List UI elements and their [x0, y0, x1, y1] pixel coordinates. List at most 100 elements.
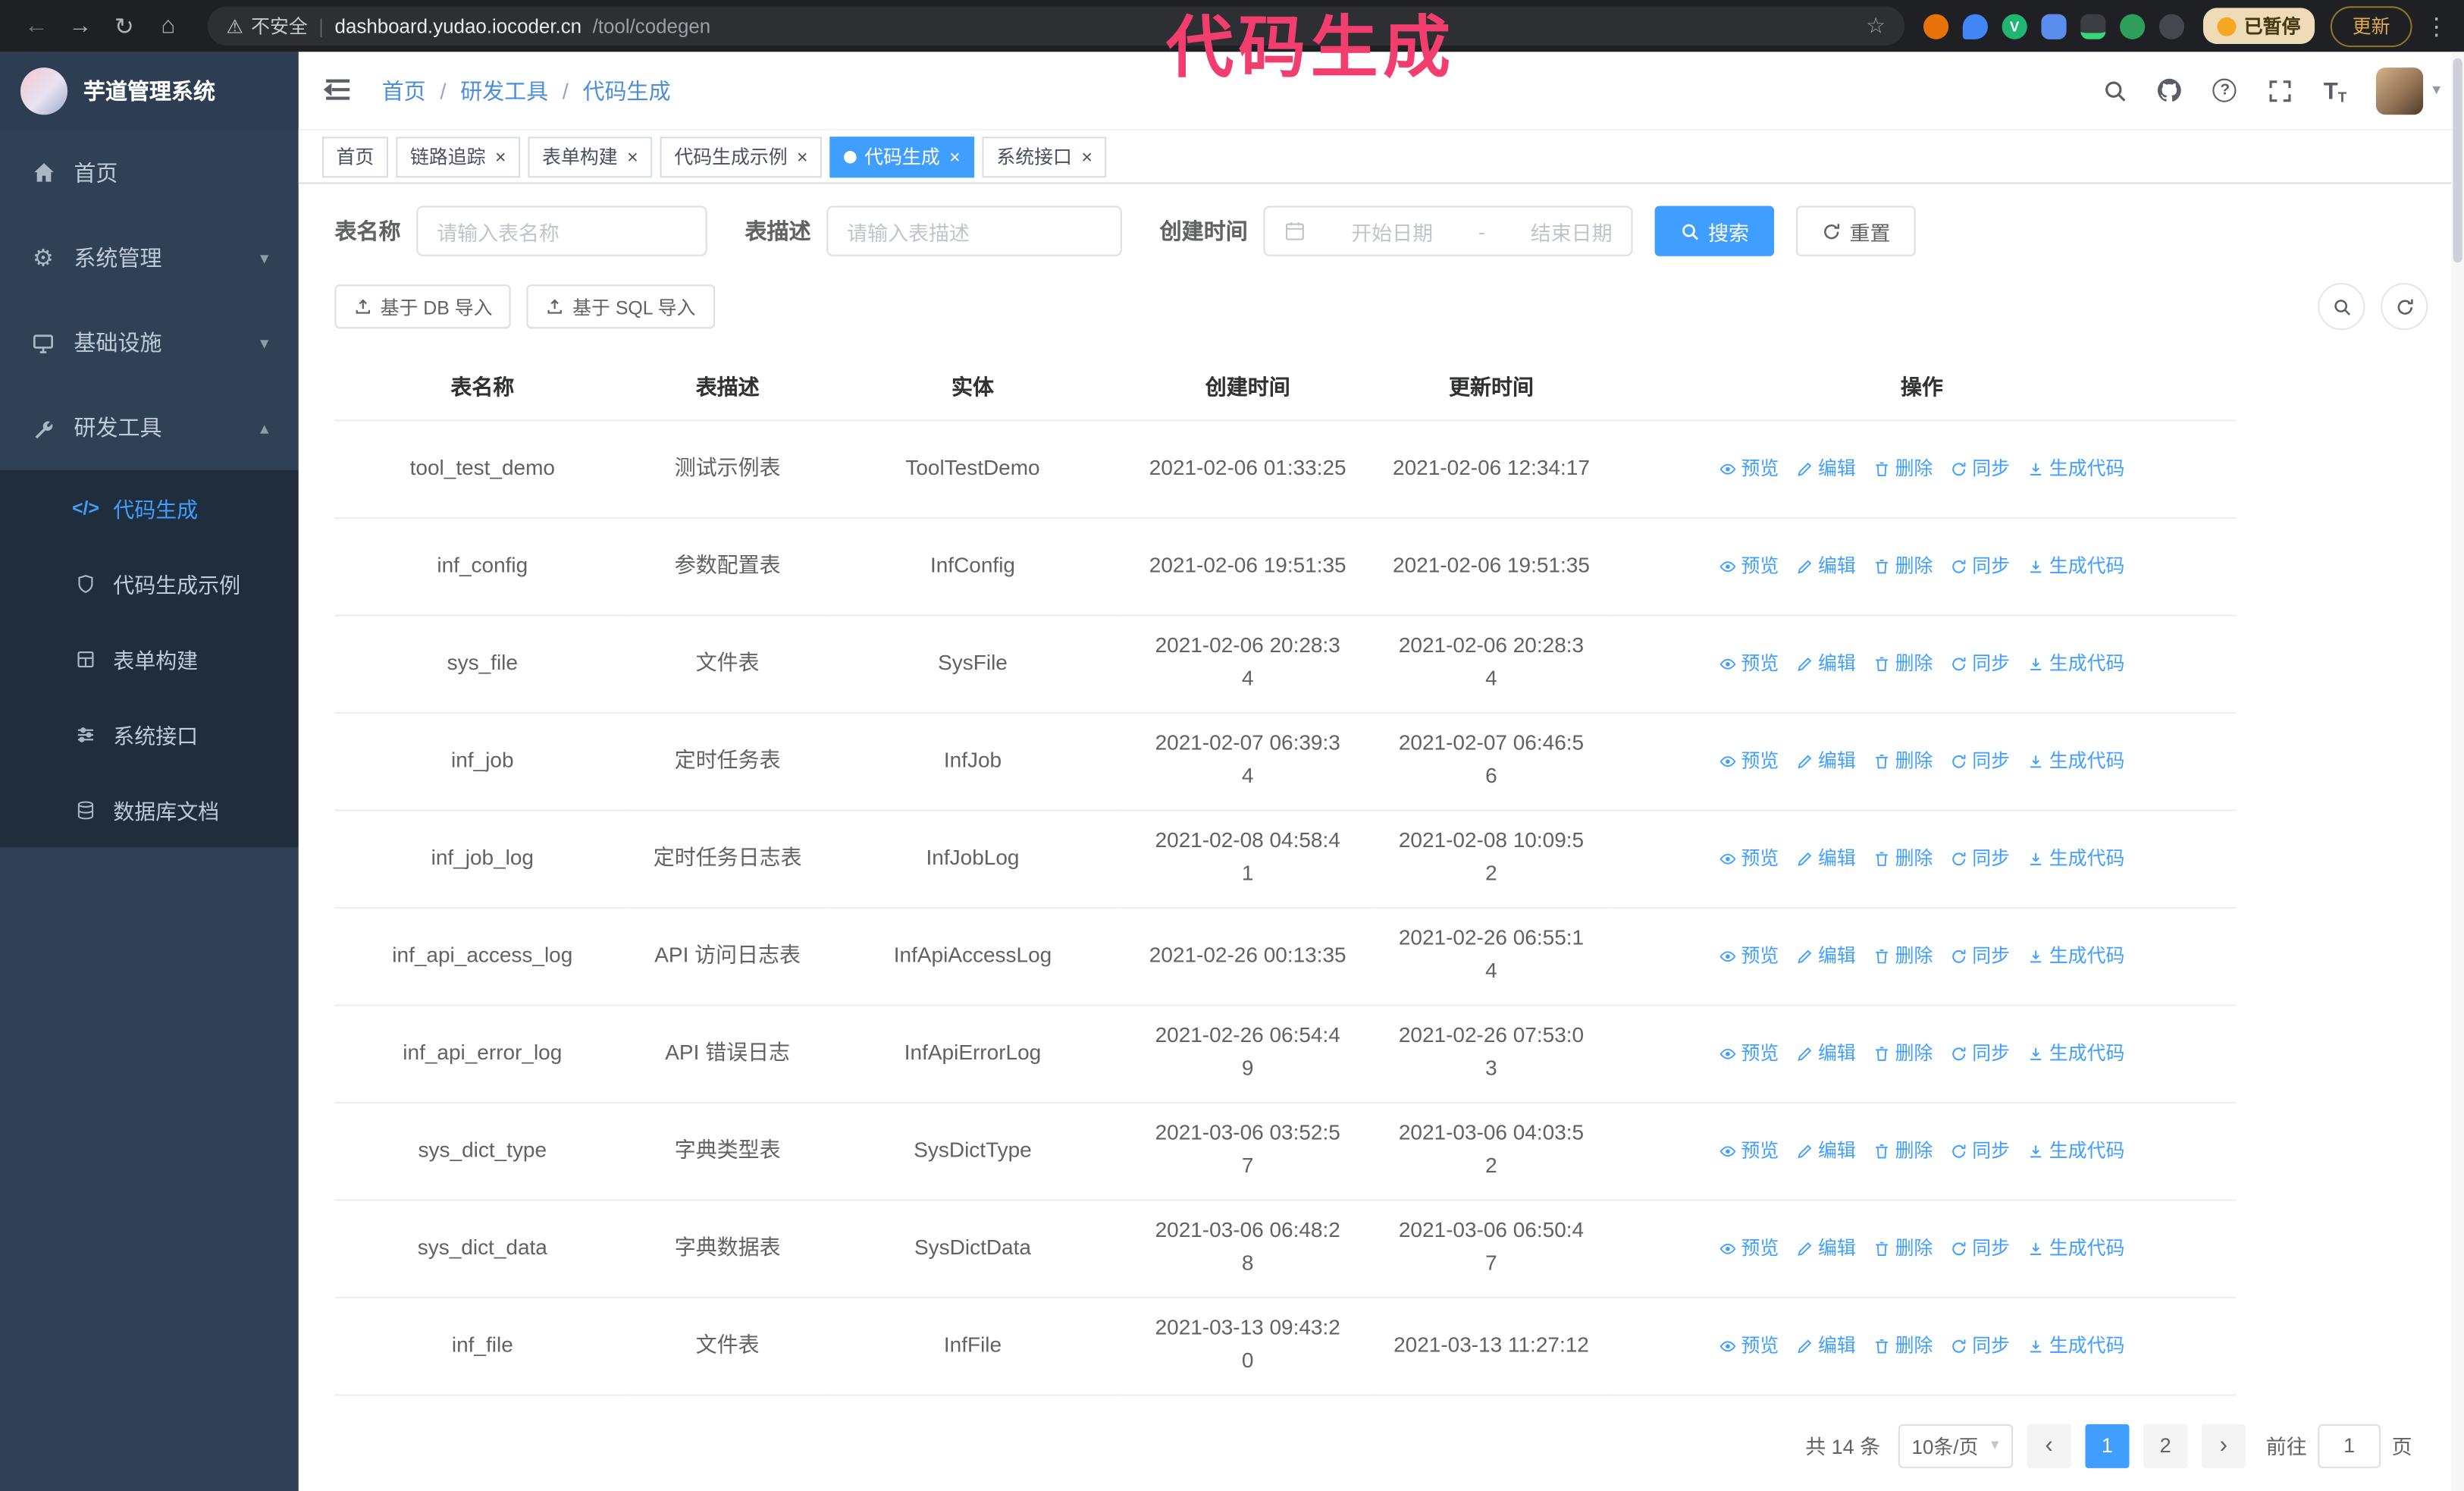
action-eye[interactable]: 预览	[1719, 941, 1779, 971]
action-delete[interactable]: 删除	[1873, 1136, 1933, 1166]
action-download[interactable]: 生成代码	[2027, 551, 2124, 581]
action-eye[interactable]: 预览	[1719, 746, 1779, 776]
browser-back-icon[interactable]: ←	[16, 5, 57, 46]
sidebar-item-system-api[interactable]: 系统接口	[0, 696, 299, 771]
fullscreen-icon[interactable]	[2266, 77, 2294, 105]
action-edit[interactable]: 编辑	[1796, 648, 1856, 678]
help-icon[interactable]: ?	[2211, 77, 2239, 105]
action-delete[interactable]: 删除	[1873, 551, 1933, 581]
page-size-select[interactable]: 10条/页 ▾	[1897, 1423, 2014, 1467]
action-eye[interactable]: 预览	[1719, 843, 1779, 873]
action-download[interactable]: 生成代码	[2027, 454, 2124, 483]
browser-menu-icon[interactable]: ⋮	[2425, 12, 2448, 40]
import-sql-button[interactable]: 基于 SQL 导入	[527, 284, 715, 329]
extension-icon-4[interactable]	[2041, 13, 2067, 39]
action-sync[interactable]: 同步	[1950, 648, 2010, 678]
tab-close-icon[interactable]: ×	[627, 147, 638, 166]
tab[interactable]: 表单构建 ×	[528, 136, 653, 177]
breadcrumb-item[interactable]: 研发工具	[460, 74, 548, 105]
user-menu[interactable]: ▾	[2375, 67, 2440, 115]
action-download[interactable]: 生成代码	[2027, 1038, 2124, 1068]
action-edit[interactable]: 编辑	[1796, 843, 1856, 873]
action-eye[interactable]: 预览	[1719, 454, 1779, 483]
table-name-input[interactable]: 请输入表名称	[416, 206, 707, 256]
extension-icon-6[interactable]	[2120, 13, 2146, 39]
tab[interactable]: 首页	[321, 136, 388, 177]
action-edit[interactable]: 编辑	[1796, 1038, 1856, 1068]
action-edit[interactable]: 编辑	[1796, 746, 1856, 776]
search-button[interactable]: 搜索	[1654, 206, 1775, 256]
tab-close-icon[interactable]: ×	[797, 147, 808, 166]
extension-icon-3[interactable]: V	[2002, 13, 2027, 39]
breadcrumb-item[interactable]: 首页	[382, 74, 426, 105]
extension-icon-5[interactable]	[2080, 13, 2106, 39]
table-desc-input[interactable]: 请输入表描述	[826, 206, 1122, 256]
action-delete[interactable]: 删除	[1873, 1038, 1933, 1068]
sidebar-logo[interactable]: 芋道管理系统	[0, 52, 299, 131]
sidebar-item-form-builder[interactable]: 表单构建	[0, 621, 299, 696]
extension-icon-7[interactable]	[2158, 13, 2184, 39]
action-download[interactable]: 生成代码	[2027, 648, 2124, 678]
action-sync[interactable]: 同步	[1950, 454, 2010, 483]
hamburger-icon[interactable]	[322, 73, 357, 108]
address-bar[interactable]: ⚠ 不安全 | dashboard.yudao.iocoder.cn/tool/…	[207, 6, 1905, 46]
breadcrumb-item[interactable]: 代码生成	[583, 74, 671, 105]
sidebar-item-db-docs[interactable]: 数据库文档	[0, 772, 299, 847]
action-edit[interactable]: 编辑	[1796, 454, 1856, 483]
action-sync[interactable]: 同步	[1950, 1038, 2010, 1068]
bookmark-star-icon[interactable]: ☆	[1866, 13, 1886, 39]
action-sync[interactable]: 同步	[1950, 1331, 2010, 1361]
action-download[interactable]: 生成代码	[2027, 1233, 2124, 1263]
action-eye[interactable]: 预览	[1719, 551, 1779, 581]
action-edit[interactable]: 编辑	[1796, 551, 1856, 581]
tab-close-icon[interactable]: ×	[1081, 147, 1092, 166]
update-button[interactable]: 更新	[2330, 5, 2412, 47]
tab-close-icon[interactable]: ×	[949, 147, 961, 166]
action-delete[interactable]: 删除	[1873, 1331, 1933, 1361]
search-icon[interactable]	[2101, 77, 2129, 105]
tab-close-icon[interactable]: ×	[495, 147, 506, 166]
page-scrollbar[interactable]	[2451, 52, 2464, 1491]
action-eye[interactable]: 预览	[1719, 1136, 1779, 1166]
security-warning[interactable]: ⚠ 不安全	[226, 13, 307, 39]
scrollbar-thumb[interactable]	[2453, 58, 2462, 263]
github-icon[interactable]	[2156, 77, 2184, 105]
action-eye[interactable]: 预览	[1719, 1233, 1779, 1263]
page-button-2[interactable]: 2	[2143, 1423, 2188, 1467]
action-sync[interactable]: 同步	[1950, 746, 2010, 776]
action-sync[interactable]: 同步	[1950, 1233, 2010, 1263]
sidebar-item-codegen-example[interactable]: 代码生成示例	[0, 545, 299, 620]
action-download[interactable]: 生成代码	[2027, 1136, 2124, 1166]
tab[interactable]: 系统接口 ×	[982, 136, 1107, 177]
next-page-button[interactable]: ›	[2201, 1423, 2246, 1467]
action-download[interactable]: 生成代码	[2027, 843, 2124, 873]
sidebar-item-codegen[interactable]: </> 代码生成	[0, 470, 299, 545]
browser-forward-icon[interactable]: →	[60, 5, 101, 46]
extension-icon-2[interactable]	[1962, 13, 1988, 39]
page-button-1[interactable]: 1	[2085, 1423, 2130, 1467]
goto-page-input[interactable]	[2318, 1423, 2381, 1467]
action-delete[interactable]: 删除	[1873, 648, 1933, 678]
browser-reload-icon[interactable]: ↻	[104, 5, 145, 46]
paused-badge[interactable]: 已暂停	[2202, 8, 2315, 45]
action-download[interactable]: 生成代码	[2027, 1331, 2124, 1361]
tab[interactable]: 链路追踪 ×	[396, 136, 521, 177]
sidebar-item-home[interactable]: 首页	[0, 130, 299, 215]
extension-icon-1[interactable]	[1923, 13, 1949, 39]
action-sync[interactable]: 同步	[1950, 1136, 2010, 1166]
action-sync[interactable]: 同步	[1950, 843, 2010, 873]
action-edit[interactable]: 编辑	[1796, 1331, 1856, 1361]
sidebar-item-devtools[interactable]: 研发工具 ▴	[0, 385, 299, 470]
action-edit[interactable]: 编辑	[1796, 941, 1856, 971]
action-eye[interactable]: 预览	[1719, 1331, 1779, 1361]
action-delete[interactable]: 删除	[1873, 454, 1933, 483]
action-eye[interactable]: 预览	[1719, 648, 1779, 678]
action-edit[interactable]: 编辑	[1796, 1136, 1856, 1166]
sidebar-item-infra[interactable]: 基础设施 ▾	[0, 300, 299, 385]
toggle-search-button[interactable]	[2318, 283, 2365, 331]
tab[interactable]: 代码生成示例 ×	[660, 136, 823, 177]
action-delete[interactable]: 删除	[1873, 1233, 1933, 1263]
date-range-picker[interactable]: 开始日期 - 结束日期	[1263, 206, 1633, 256]
action-delete[interactable]: 删除	[1873, 941, 1933, 971]
import-db-button[interactable]: 基于 DB 导入	[334, 284, 512, 329]
